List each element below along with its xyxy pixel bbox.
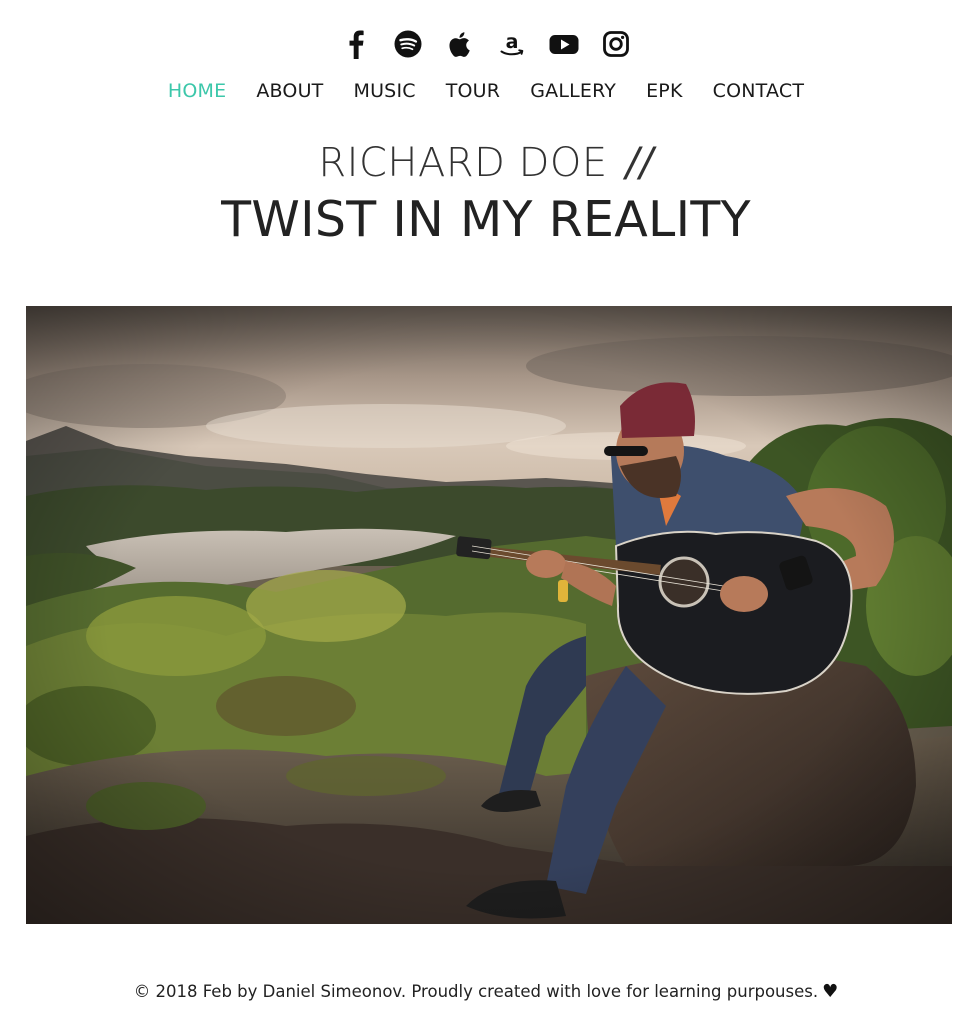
artist-heading: RICHARD DOE // bbox=[0, 138, 972, 188]
amazon-icon: a bbox=[500, 31, 524, 56]
youtube-icon bbox=[549, 35, 579, 54]
hero-image bbox=[26, 306, 952, 924]
nav-link-music[interactable]: MUSIC bbox=[353, 76, 415, 106]
nav-item-about: ABOUT bbox=[256, 76, 323, 106]
nav-item-tour: TOUR bbox=[446, 76, 500, 106]
youtube-link[interactable] bbox=[549, 28, 579, 60]
nav-link-contact[interactable]: CONTACT bbox=[713, 76, 805, 106]
svg-text:a: a bbox=[506, 31, 519, 53]
nav-link-gallery[interactable]: GALLERY bbox=[530, 76, 616, 106]
nav-item-epk: EPK bbox=[646, 76, 683, 106]
nav-item-home: HOME bbox=[168, 76, 226, 106]
heart-icon: ♥ bbox=[822, 981, 839, 1002]
footer-text: © 2018 Feb by Daniel Simeonov. Proudly c… bbox=[133, 982, 819, 1001]
nav-item-music: MUSIC bbox=[353, 76, 415, 106]
instagram-link[interactable] bbox=[601, 28, 631, 60]
guitarist-photo bbox=[26, 306, 952, 924]
facebook-icon bbox=[349, 30, 364, 59]
facebook-link[interactable] bbox=[341, 28, 371, 60]
nav-link-epk[interactable]: EPK bbox=[646, 76, 683, 106]
nav-link-tour[interactable]: TOUR bbox=[446, 76, 500, 106]
heading-separator: // bbox=[625, 140, 654, 186]
social-links: a bbox=[0, 28, 972, 60]
album-title: TWIST IN MY REALITY bbox=[221, 191, 751, 248]
footer-credit: © 2018 Feb by Daniel Simeonov. Proudly c… bbox=[0, 978, 972, 1006]
artist-name: RICHARD DOE bbox=[318, 140, 608, 186]
spotify-icon bbox=[394, 30, 422, 58]
amazon-link[interactable]: a bbox=[497, 28, 527, 60]
spotify-link[interactable] bbox=[393, 28, 423, 60]
apple-icon bbox=[449, 32, 470, 57]
nav-item-gallery: GALLERY bbox=[530, 76, 616, 106]
nav-link-about[interactable]: ABOUT bbox=[256, 76, 323, 106]
nav-item-contact: CONTACT bbox=[713, 76, 805, 106]
apple-link[interactable] bbox=[445, 28, 475, 60]
main-nav: HOME ABOUT MUSIC TOUR GALLERY EPK CONTAC… bbox=[0, 76, 972, 106]
instagram-icon bbox=[603, 31, 629, 57]
nav-link-home[interactable]: HOME bbox=[168, 76, 226, 106]
